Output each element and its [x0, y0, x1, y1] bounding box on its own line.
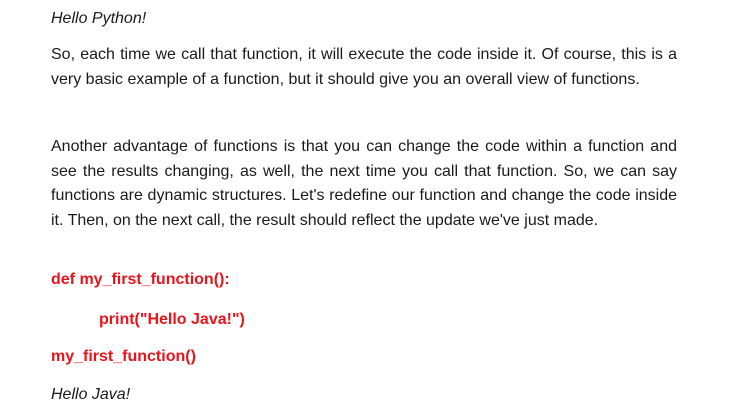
code-line-print: print("Hello Java!")	[99, 311, 245, 328]
paragraph-function-explanation: So, each time we call that function, it …	[51, 46, 677, 88]
code-line-def: def my_first_function():	[51, 271, 230, 288]
paragraph-dynamic-functions: Another advantage of functions is that y…	[51, 138, 677, 229]
code-line-call: my_first_function()	[51, 348, 196, 365]
output-text-hello-java: Hello Java!	[51, 386, 131, 403]
output-text-hello-python: Hello Python!	[51, 10, 147, 27]
